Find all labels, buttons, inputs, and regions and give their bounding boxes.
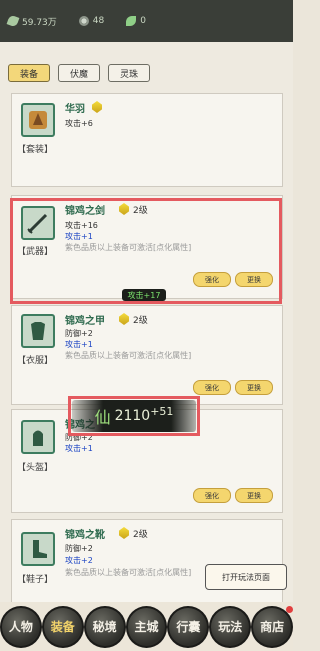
bonus-stat-line: 攻击+1	[65, 232, 93, 241]
item-level: 2级	[133, 530, 148, 540]
item-level: 2级	[133, 206, 148, 216]
jade-amount: 59.73万	[22, 17, 57, 28]
category-label: 【头盔】	[17, 463, 54, 473]
notification-dot-icon	[286, 605, 294, 613]
immortal-glyph: 仙	[94, 408, 111, 427]
attack-gain-text: 攻击+17	[127, 290, 161, 300]
equipment-list[interactable]: 【套装】 华羽 攻击+6 【武器】 锦鸡之剑 2级 攻击+16 攻击+1 紫色品…	[8, 93, 285, 605]
category-label: 【武器】	[17, 247, 54, 257]
enhance-button[interactable]: 强化	[193, 488, 231, 503]
stat-line: 攻击+6	[65, 119, 93, 128]
combat-power-popup: 仙 2110 +51	[72, 400, 196, 432]
gem-icon	[92, 101, 102, 113]
stat-line: 防御+2	[65, 433, 93, 442]
category-label: 【鞋子】	[17, 575, 54, 585]
open-gameplay-tip[interactable]: 打开玩法页面	[205, 564, 287, 590]
combat-power-delta: +51	[150, 404, 174, 418]
item-name: 华羽	[65, 104, 85, 115]
stat-line: 防御+2	[65, 329, 93, 338]
item-name: 锦鸡之甲	[65, 316, 105, 327]
item-name: 锦鸡之剑	[65, 206, 105, 217]
nav-bag-label: 行囊	[176, 619, 201, 634]
gear-resource: 48	[78, 16, 105, 26]
item-level: 2级	[133, 316, 148, 326]
activation-note: 紫色品质以上装备可激活[点化属性]	[65, 568, 192, 577]
nav-character-button[interactable]: 人物	[0, 605, 42, 648]
category-label: 【套装】	[17, 145, 54, 155]
attack-gain-popup: 攻击+17	[122, 289, 166, 301]
gear-icon	[78, 16, 89, 26]
nav-equipment-button[interactable]: 装备	[41, 605, 84, 648]
nav-shop-label: 商店	[260, 619, 285, 634]
enhance-button[interactable]: 强化	[193, 272, 231, 287]
bonus-stat-line: 攻击+1	[65, 444, 93, 453]
bottom-nav: 人物 装备 秘境 主城 行囊 玩法 商店	[0, 602, 294, 651]
tab-demon[interactable]: 伏魔	[58, 64, 100, 82]
nav-main-city-label: 主城	[134, 619, 159, 634]
jade-resource: 59.73万	[6, 14, 57, 28]
replace-button[interactable]: 更换	[235, 488, 273, 503]
replace-button[interactable]: 更换	[235, 272, 273, 287]
list-item[interactable]: 【衣服】 锦鸡之甲 2级 防御+2 攻击+1 紫色品质以上装备可激活[点化属性]…	[11, 305, 283, 405]
replace-button[interactable]: 更换	[235, 380, 273, 395]
list-item[interactable]: 【套装】 华羽 攻击+6	[11, 93, 283, 187]
gear-amount: 48	[92, 16, 105, 26]
activation-note: 紫色品质以上装备可激活[点化属性]	[65, 351, 192, 360]
stat-line: 防御+2	[65, 544, 93, 553]
nav-bag-button[interactable]: 行囊	[167, 605, 210, 648]
list-item[interactable]: 【武器】 锦鸡之剑 2级 攻击+16 攻击+1 紫色品质以上装备可激活[点化属性…	[11, 195, 283, 299]
nav-shop-button[interactable]: 商店	[251, 605, 294, 648]
tab-spirit-bead[interactable]: 灵珠	[108, 64, 150, 82]
tab-equipment[interactable]: 装备	[8, 64, 50, 82]
list-item[interactable]: 【鞋子】 锦鸡之靴 2级 防御+2 攻击+2 紫色品质以上装备可激活[点化属性]	[11, 519, 283, 605]
jade-icon	[6, 14, 20, 28]
stat-line: 攻击+16	[65, 221, 98, 230]
set-icon	[21, 103, 55, 137]
equipment-panel: 装备 伏魔 灵珠 【套装】 华羽 攻击+6 【武器】 锦鸡之剑 2级 攻击+16…	[0, 42, 293, 605]
activation-note: 紫色品质以上装备可激活[点化属性]	[65, 243, 192, 252]
nav-equipment-label: 装备	[50, 619, 75, 634]
tab-bar: 装备 伏魔 灵珠	[8, 64, 150, 82]
nav-main-city-button[interactable]: 主城	[125, 605, 168, 648]
helmet-icon	[21, 420, 55, 454]
item-name: 锦鸡之靴	[65, 530, 105, 541]
combat-power-value: 2110	[114, 408, 151, 424]
nav-gameplay-button[interactable]: 玩法	[209, 605, 252, 648]
leaf-icon	[126, 16, 137, 26]
resource-bar: 59.73万 48 0	[0, 0, 293, 42]
tip-text: 打开玩法页面	[222, 572, 270, 582]
bonus-stat-line: 攻击+1	[65, 340, 93, 349]
boots-icon	[21, 532, 55, 566]
bonus-stat-line: 攻击+2	[65, 556, 93, 565]
armor-icon	[21, 314, 55, 348]
leaf-resource: 0	[126, 16, 146, 26]
leaf-amount: 0	[140, 16, 146, 26]
gem-icon	[119, 313, 129, 325]
nav-secret-realm-label: 秘境	[92, 619, 117, 634]
category-label: 【衣服】	[17, 356, 54, 366]
gem-icon	[119, 527, 129, 539]
nav-gameplay-label: 玩法	[218, 619, 243, 634]
sword-icon	[21, 206, 55, 240]
nav-character-label: 人物	[8, 619, 33, 634]
enhance-button[interactable]: 强化	[193, 380, 231, 395]
gem-icon	[119, 203, 129, 215]
nav-secret-realm-button[interactable]: 秘境	[83, 605, 126, 648]
